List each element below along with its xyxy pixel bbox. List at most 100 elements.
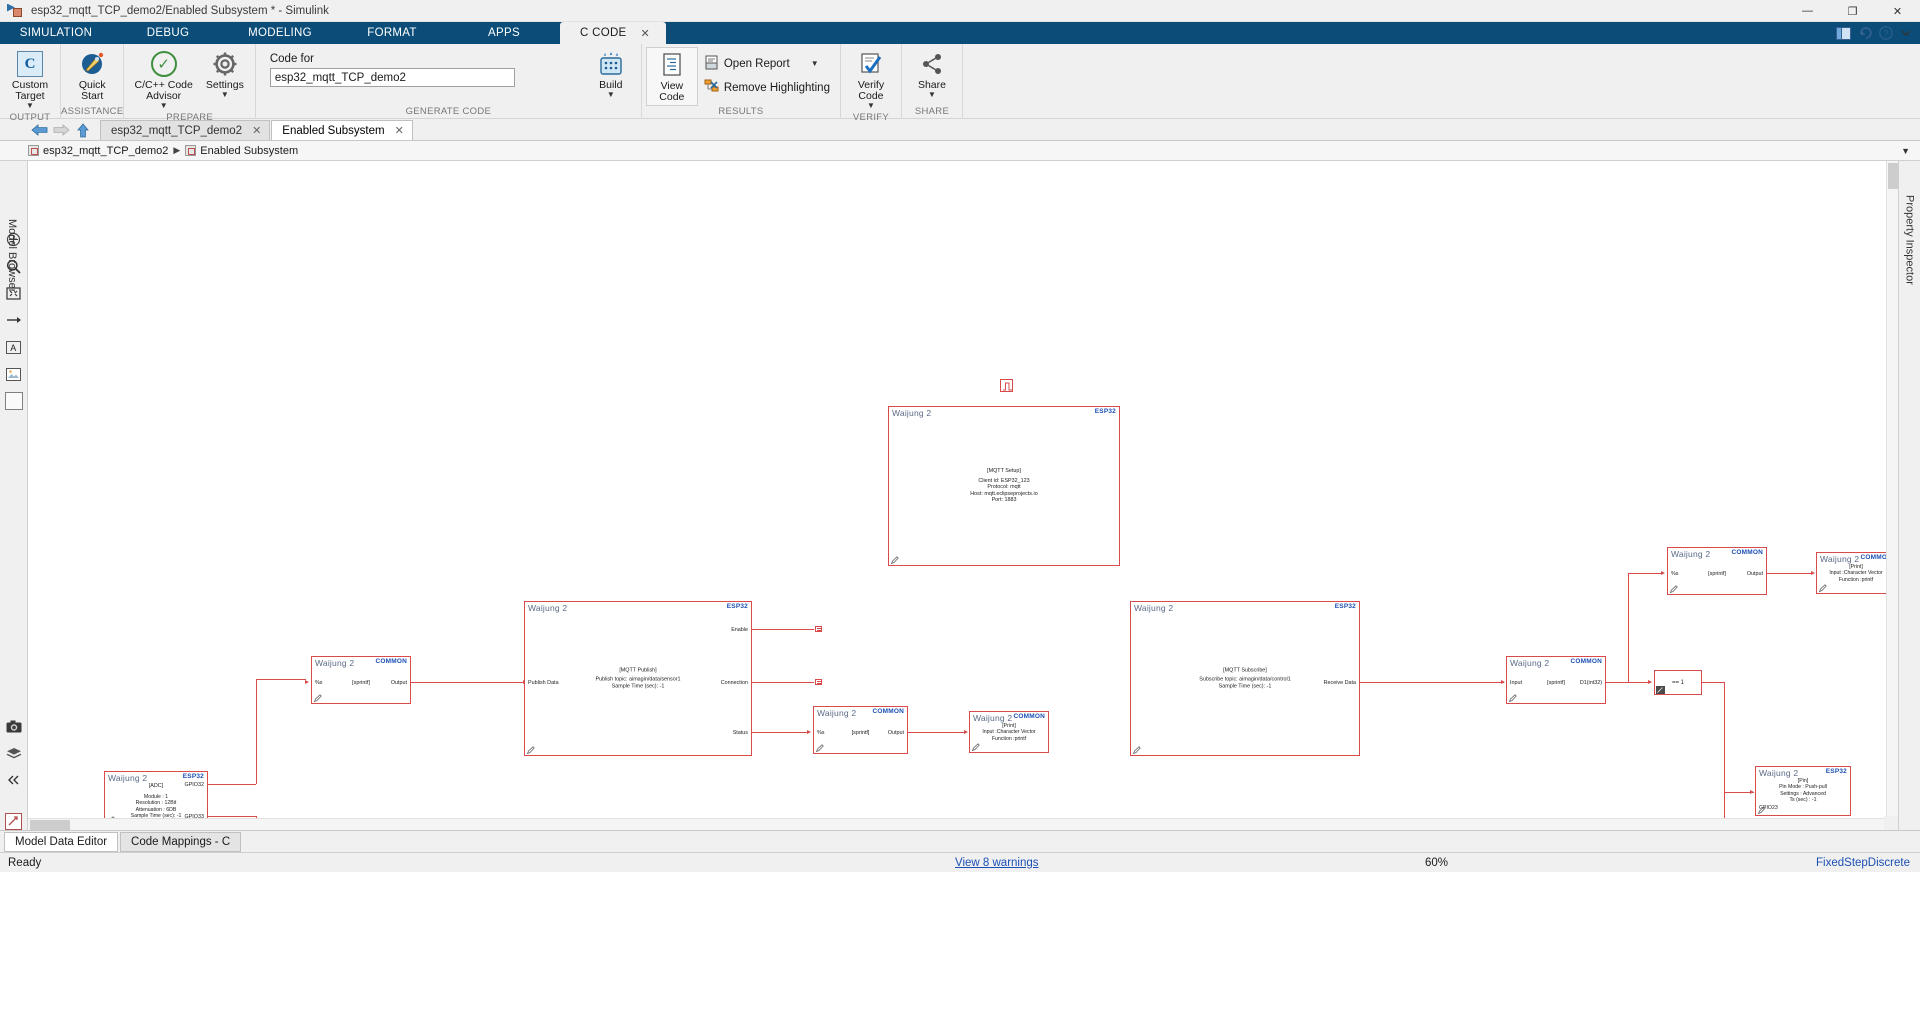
block-vendor-label: Waijung 2 bbox=[108, 773, 148, 783]
publish1-out-enable: Enable bbox=[731, 627, 748, 633]
close-icon[interactable]: ✕ bbox=[252, 124, 261, 137]
view-code-button[interactable]: View Code bbox=[645, 47, 698, 106]
chevron-down-icon[interactable]: ▼ bbox=[811, 60, 819, 68]
canvas-vertical-scrollbar[interactable] bbox=[1886, 161, 1898, 816]
tab-code-mappings-c[interactable]: Code Mappings - C bbox=[120, 831, 242, 852]
block-sprintf-3[interactable]: Waijung 2 COMMON %s [sprintf] Output bbox=[1667, 547, 1767, 595]
edit-pencil-icon[interactable] bbox=[1819, 584, 1827, 592]
build-button[interactable]: Build ▼ bbox=[585, 47, 637, 101]
edit-pencil-icon[interactable] bbox=[1509, 694, 1517, 702]
close-icon[interactable]: ✕ bbox=[395, 124, 404, 137]
quick-start-button[interactable]: Quick Start bbox=[66, 47, 118, 104]
simulink-canvas[interactable]: Waijung 2 ESP32 [MQTT Setup] Client id: … bbox=[28, 161, 1898, 830]
help-icon[interactable]: ? bbox=[1879, 26, 1893, 43]
chevron-down-icon[interactable]: ▼ bbox=[928, 91, 936, 99]
arrow-tool-icon[interactable] bbox=[5, 311, 23, 329]
status-warnings-link[interactable]: View 8 warnings bbox=[955, 857, 1039, 869]
remove-highlighting-button[interactable]: Remove Highlighting bbox=[698, 77, 836, 99]
minimize-button[interactable]: — bbox=[1785, 0, 1830, 22]
edit-pencil-icon[interactable] bbox=[816, 744, 824, 752]
block-vendor-label: Waijung 2 bbox=[1134, 603, 1174, 613]
block-digital-out[interactable]: Waijung 2 ESP32 [Pin] Pin Mode : Push-pu… bbox=[1755, 766, 1851, 816]
layers-icon[interactable] bbox=[5, 744, 23, 762]
block-string-convert-1[interactable]: Waijung 2 COMMON Input [sprintf] D1(int3… bbox=[1506, 656, 1606, 704]
block-mqtt-subscribe-1[interactable]: Waijung 2 ESP32 [MQTT Subscribe] Subscri… bbox=[1130, 601, 1360, 756]
property-inspector-label[interactable]: Property Inspector bbox=[1904, 195, 1916, 285]
status-zoom-level[interactable]: 60% bbox=[1425, 857, 1448, 869]
share-button[interactable]: Share ▼ bbox=[906, 47, 958, 101]
tab-debug[interactable]: DEBUG bbox=[112, 22, 224, 44]
code-for-input[interactable] bbox=[269, 68, 515, 87]
tab-format[interactable]: FORMAT bbox=[336, 22, 448, 44]
terminator-publish1-connection[interactable] bbox=[815, 679, 822, 685]
tab-model-data-editor[interactable]: Model Data Editor bbox=[4, 831, 119, 852]
edit-pencil-icon[interactable] bbox=[1758, 806, 1766, 814]
edit-pencil-icon[interactable] bbox=[314, 694, 322, 702]
mqtt-setup-header: [MQTT Setup] bbox=[987, 468, 1021, 475]
edit-pencil-icon[interactable] bbox=[891, 556, 899, 564]
chevron-down-icon[interactable]: ▼ bbox=[1901, 146, 1910, 156]
undo-icon[interactable] bbox=[1858, 26, 1872, 43]
image-tool-icon[interactable] bbox=[5, 365, 23, 383]
block-mqtt-setup[interactable]: Waijung 2 ESP32 [MQTT Setup] Client id: … bbox=[888, 406, 1120, 566]
verify-code-button[interactable]: Verify Code ▼ bbox=[845, 47, 897, 112]
edit-pencil-icon[interactable] bbox=[1670, 585, 1678, 593]
wire-cmp1-down bbox=[1724, 682, 1725, 792]
property-inspector-panel[interactable]: Property Inspector bbox=[1898, 161, 1920, 830]
group-label-results: RESULTS bbox=[718, 106, 764, 117]
wire-sprintf1-to-print1 bbox=[908, 732, 965, 733]
text-tool-icon[interactable]: A bbox=[5, 338, 23, 356]
editor-tab-enabled-subsystem[interactable]: Enabled Subsystem ✕ bbox=[271, 120, 413, 140]
chevron-down-icon[interactable]: ▼ bbox=[607, 91, 615, 99]
subscribe1-out-port: Receive Data bbox=[1323, 680, 1356, 686]
code-advisor-button[interactable]: ✓ C/C++ Code Advisor ▼ bbox=[128, 47, 198, 112]
block-tag-common: COMMON bbox=[1731, 549, 1763, 556]
block-mqtt-publish-1[interactable]: Waijung 2 ESP32 Publish Data [MQTT Publi… bbox=[524, 601, 752, 756]
custom-target-button[interactable]: C Custom Target ▼ bbox=[4, 47, 56, 112]
up-arrow-icon[interactable] bbox=[72, 120, 94, 140]
block-compare-1[interactable]: == 1 bbox=[1654, 670, 1702, 695]
block-print-3[interactable]: Waijung 2 COMMON [Print] Input :Characte… bbox=[1816, 552, 1896, 594]
tab-modeling[interactable]: MODELING bbox=[224, 22, 336, 44]
rect-tool-icon[interactable] bbox=[4, 392, 23, 410]
group-label-output: OUTPUT bbox=[9, 112, 51, 123]
block-tag-esp32: ESP32 bbox=[1334, 603, 1356, 610]
terminator-publish1-enable[interactable] bbox=[815, 626, 822, 632]
edit-pencil-icon[interactable] bbox=[1133, 746, 1141, 754]
breadcrumb-item-subsystem[interactable]: Enabled Subsystem bbox=[185, 145, 298, 157]
wire-sprintf1-to-publish1 bbox=[411, 682, 524, 683]
horizontal-scroll-thumb[interactable] bbox=[30, 820, 70, 830]
canvas-left-toolbar: Model Browser A bbox=[0, 161, 28, 830]
collapse-panel-icon[interactable] bbox=[5, 771, 23, 789]
maximize-button[interactable]: ❐ bbox=[1830, 0, 1875, 22]
collapse-ribbon-icon[interactable] bbox=[1900, 27, 1912, 42]
trigger-port-block[interactable] bbox=[1000, 379, 1013, 392]
canvas-horizontal-scrollbar[interactable] bbox=[28, 818, 1884, 830]
block-sprintf-1[interactable]: Waijung 2 COMMON %s [sprintf] Output bbox=[311, 656, 411, 704]
chevron-down-icon[interactable]: ▼ bbox=[160, 102, 168, 110]
open-report-button[interactable]: Open Report ▼ bbox=[698, 53, 836, 75]
tab-apps[interactable]: APPS bbox=[448, 22, 560, 44]
block-print-1[interactable]: Waijung 2 COMMON [Print] Input :Characte… bbox=[969, 711, 1049, 753]
tab-simulation[interactable]: SIMULATION bbox=[0, 22, 112, 44]
window-title: esp32_mqtt_TCP_demo2/Enabled Subsystem *… bbox=[31, 4, 329, 17]
close-button[interactable]: ✕ bbox=[1875, 0, 1920, 22]
vertical-scroll-thumb[interactable] bbox=[1888, 163, 1898, 189]
tab-c-code[interactable]: C CODE ✕ bbox=[560, 22, 667, 44]
status-solver[interactable]: FixedStepDiscrete bbox=[1816, 857, 1910, 869]
block-sprintf-status-1[interactable]: Waijung 2 COMMON %s [sprintf] Output bbox=[813, 706, 908, 754]
link-tool-icon[interactable] bbox=[5, 813, 22, 830]
edit-pencil-icon[interactable] bbox=[972, 743, 980, 751]
breadcrumb-item-model[interactable]: esp32_mqtt_TCP_demo2 bbox=[28, 145, 168, 157]
edit-pencil-icon[interactable] bbox=[527, 746, 535, 754]
chevron-down-icon[interactable]: ▼ bbox=[26, 102, 34, 110]
settings-button[interactable]: Settings ▼ bbox=[199, 47, 251, 101]
model-browser-label[interactable]: Model Browser bbox=[6, 219, 18, 292]
chevron-down-icon[interactable]: ▼ bbox=[221, 91, 229, 99]
close-icon[interactable]: ✕ bbox=[641, 27, 651, 40]
block-mqtt-setup-body: [MQTT Setup] Client id: ESP32_123 Protoc… bbox=[889, 468, 1119, 504]
chevron-down-icon[interactable]: ▼ bbox=[867, 102, 875, 110]
camera-icon[interactable] bbox=[5, 717, 23, 735]
layout-icon[interactable] bbox=[1836, 26, 1851, 43]
mqtt-setup-line-0: Client id: ESP32_123 bbox=[978, 477, 1030, 484]
